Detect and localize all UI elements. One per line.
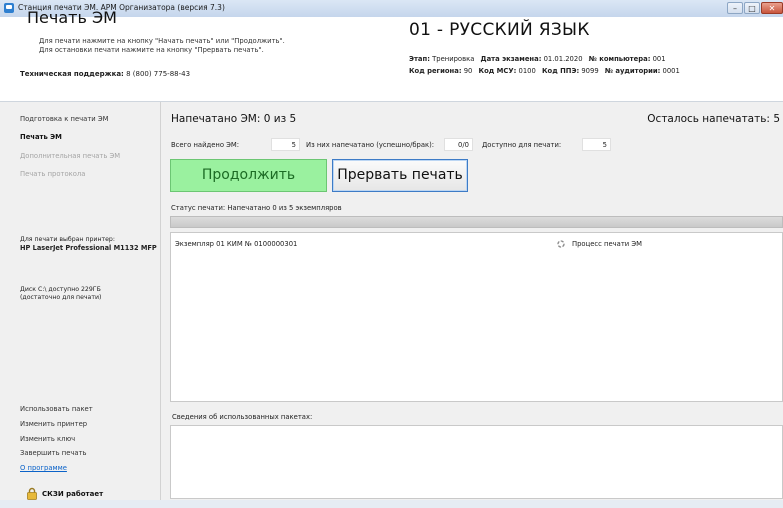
continue-button[interactable]: Продолжить — [170, 159, 327, 192]
region-value: 90 — [463, 67, 473, 75]
print-progress-bar — [170, 216, 783, 228]
printed-summary: Напечатано ЭМ: 0 из 5 — [171, 113, 296, 125]
use-package-link[interactable]: Использовать пакет — [20, 405, 93, 413]
window-controls: – □ ✕ — [726, 2, 783, 14]
remaining-value: 5 — [773, 113, 780, 125]
hint-stop: Для остановки печати нажмите на кнопку "… — [39, 46, 264, 54]
lock-icon — [27, 487, 37, 500]
remaining-label: Осталось напечатать: — [647, 113, 770, 125]
process-status: Процесс печати ЭМ — [572, 240, 642, 248]
print-status-label: Статус печати: — [171, 204, 226, 212]
about-link[interactable]: О программе — [20, 464, 67, 472]
printer-name: HP LaserJet Professional M1132 MFP — [20, 244, 157, 252]
title-bar[interactable]: Станция печати ЭМ. АРМ Организатора (вер… — [0, 0, 783, 18]
computer-label: № компьютера: — [588, 55, 651, 63]
ppe-label: Код ППЭ: — [542, 67, 580, 75]
printed-total: 5 — [289, 113, 297, 125]
available-label: Доступно для печати: — [482, 141, 562, 149]
sidebar-item-print[interactable]: Печать ЭМ — [20, 133, 62, 141]
support-label: Техническая поддержка: — [20, 70, 124, 78]
msu-value: 0100 — [518, 67, 536, 75]
region-label: Код региона: — [409, 67, 462, 75]
print-status-value: Напечатано 0 из 5 экземпляров — [227, 204, 342, 212]
maximize-button[interactable]: □ — [744, 2, 760, 14]
found-label: Всего найдено ЭМ: — [171, 141, 240, 149]
computer-value: 001 — [652, 55, 666, 63]
finish-print-link[interactable]: Завершить печать — [20, 449, 87, 457]
print-status: Статус печати: Напечатано 0 из 5 экземпл… — [171, 204, 342, 212]
printed-ok-label: Из них напечатано (успешно/брак): — [306, 141, 435, 149]
maximize-icon: □ — [748, 4, 756, 13]
stop-print-button[interactable]: Прервать печать — [332, 159, 468, 192]
exam-subject: 01 - РУССКИЙ ЯЗЫК — [409, 20, 590, 40]
disk-info: Диск C:\ доступно 229ГБ (достаточно для … — [20, 286, 101, 302]
list-item[interactable]: Экземпляр 01 КИМ № 0100000301 — [175, 240, 297, 248]
change-printer-link[interactable]: Изменить принтер — [20, 420, 87, 428]
remaining-summary: Осталось напечатать: 5 — [647, 113, 780, 125]
printed-ok-value: 0/0 — [444, 138, 473, 151]
printer-info: Для печати выбран принтер: HP LaserJet P… — [20, 236, 157, 253]
support-phone: 8 (800) 775-88-43 — [126, 70, 191, 78]
sidebar — [0, 102, 160, 508]
printed-count: 0 — [263, 113, 271, 125]
printer-label: Для печати выбран принтер: — [20, 236, 115, 243]
loading-spinner-icon — [557, 240, 565, 248]
sidebar-item-protocol: Печать протокола — [20, 170, 86, 178]
copies-list[interactable] — [170, 232, 783, 402]
found-value: 5 — [271, 138, 300, 151]
disk-space: Диск C:\ доступно 229ГБ — [20, 286, 101, 293]
disk-status: (достаточно для печати) — [20, 294, 102, 301]
printed-label: Напечатано ЭМ: — [171, 113, 261, 125]
app-window: Станция печати ЭМ. АРМ Организатора (вер… — [0, 0, 783, 508]
available-value: 5 — [582, 138, 611, 151]
support-info: Техническая поддержка: 8 (800) 775-88-43 — [20, 70, 190, 78]
exam-date-value: 01.01.2020 — [543, 55, 583, 63]
close-button[interactable]: ✕ — [761, 2, 783, 14]
stage-label: Этап: — [409, 55, 430, 63]
app-icon — [4, 3, 14, 13]
stage-value: Тренировка — [432, 55, 475, 63]
page-title: Печать ЭМ — [27, 8, 117, 27]
skzi-status: СКЗИ работает — [42, 490, 104, 498]
packages-panel[interactable] — [170, 425, 783, 499]
ppe-value: 9099 — [581, 67, 599, 75]
msu-label: Код МСУ: — [478, 67, 517, 75]
close-icon: ✕ — [768, 4, 776, 13]
change-key-link[interactable]: Изменить ключ — [20, 435, 75, 443]
auditorium-label: № аудитории: — [604, 67, 661, 75]
exam-meta-line2: Код региона: 90 Код МСУ: 0100 Код ППЭ: 9… — [409, 67, 684, 75]
printed-of: из — [273, 113, 287, 125]
sidebar-item-extra-print: Дополнительная печать ЭМ — [20, 152, 121, 160]
auditorium-value: 0001 — [662, 67, 680, 75]
exam-meta-line1: Этап: Тренировка Дата экзамена: 01.01.20… — [409, 55, 670, 63]
sidebar-item-prepare[interactable]: Подготовка к печати ЭМ — [20, 115, 108, 123]
packages-label: Сведения об использованных пакетах: — [172, 413, 313, 421]
desktop-strip — [0, 500, 783, 508]
minimize-button[interactable]: – — [727, 2, 743, 14]
exam-date-label: Дата экзамена: — [480, 55, 542, 63]
minimize-icon: – — [733, 4, 737, 13]
hint-start: Для печати нажмите на кнопку "Начать печ… — [39, 37, 285, 45]
